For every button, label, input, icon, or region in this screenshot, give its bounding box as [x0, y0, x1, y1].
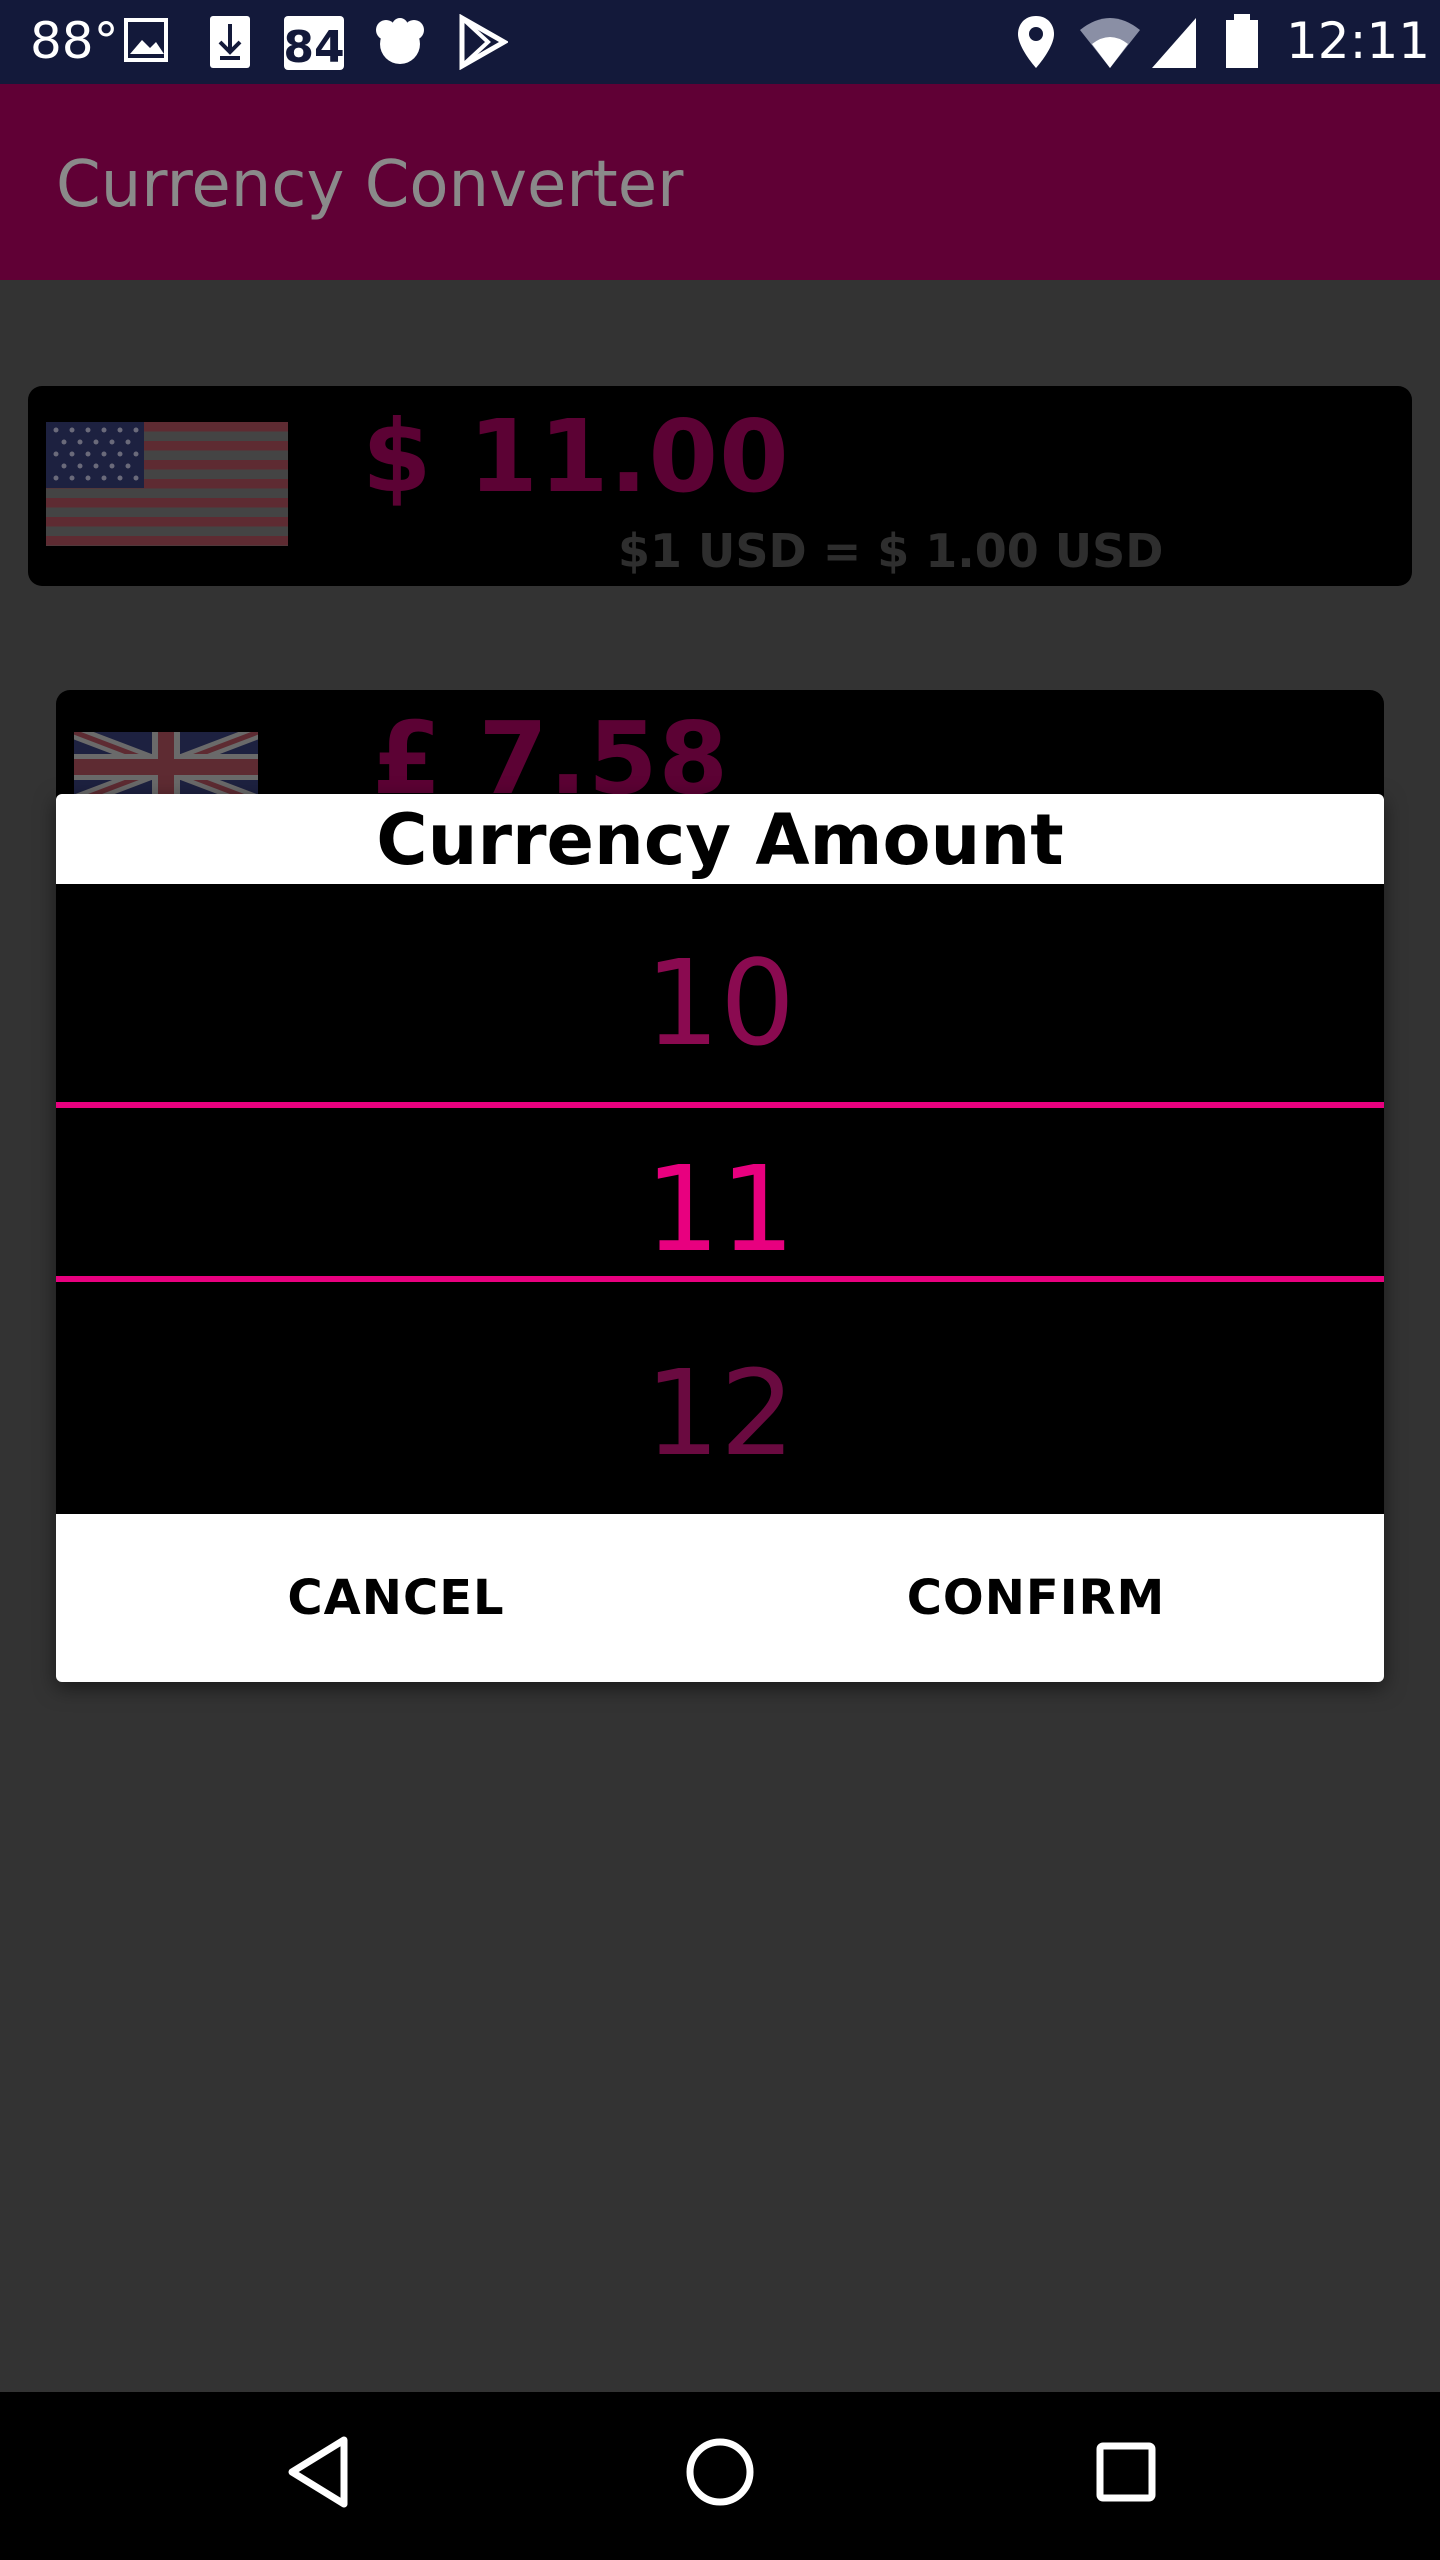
play-store-icon	[458, 13, 510, 75]
usd-amount: $ 11.00	[362, 398, 790, 515]
us-flag-icon	[46, 422, 288, 551]
image-icon	[124, 14, 168, 71]
home-icon[interactable]	[680, 2432, 760, 2517]
status-bar: 88° 84 12:11	[0, 0, 1440, 84]
usd-currency-card[interactable]: $ 11.00 $1 USD = $ 1.00 USD	[28, 386, 1412, 586]
picker-divider-bottom	[56, 1276, 1384, 1282]
picker-next-value[interactable]: 12	[56, 1344, 1384, 1482]
download-icon	[208, 14, 252, 75]
cancel-button[interactable]: CANCEL	[196, 1514, 596, 1682]
usd-rate-text: $1 USD = $ 1.00 USD	[618, 524, 1164, 578]
temperature-text: 88°	[30, 12, 119, 70]
picker-selected-value[interactable]: 11	[56, 1140, 1384, 1278]
currency-amount-dialog: Currency Amount 10 11 12 CANCEL CONFIRM	[56, 794, 1384, 1682]
number-picker[interactable]: 10 11 12	[56, 884, 1384, 1514]
cloud-icon	[370, 14, 430, 75]
badge-84-icon: 84	[282, 14, 346, 77]
dialog-actions: CANCEL CONFIRM	[56, 1514, 1384, 1682]
battery-icon	[1224, 14, 1260, 75]
confirm-button[interactable]: CONFIRM	[836, 1514, 1236, 1682]
signal-icon	[1150, 14, 1198, 75]
app-bar: Currency Converter	[0, 84, 1440, 280]
app-title: Currency Converter	[56, 148, 684, 222]
clock-text: 12:11	[1286, 12, 1431, 70]
location-icon	[1016, 14, 1056, 75]
wifi-icon	[1078, 14, 1142, 75]
navigation-bar	[0, 2392, 1440, 2560]
picker-previous-value[interactable]: 10	[56, 934, 1384, 1072]
picker-divider-top	[56, 1102, 1384, 1108]
dialog-title: Currency Amount	[376, 799, 1064, 881]
notification-count: 84	[283, 22, 344, 72]
recents-icon[interactable]	[1086, 2432, 1166, 2517]
back-icon[interactable]	[280, 2432, 356, 2517]
